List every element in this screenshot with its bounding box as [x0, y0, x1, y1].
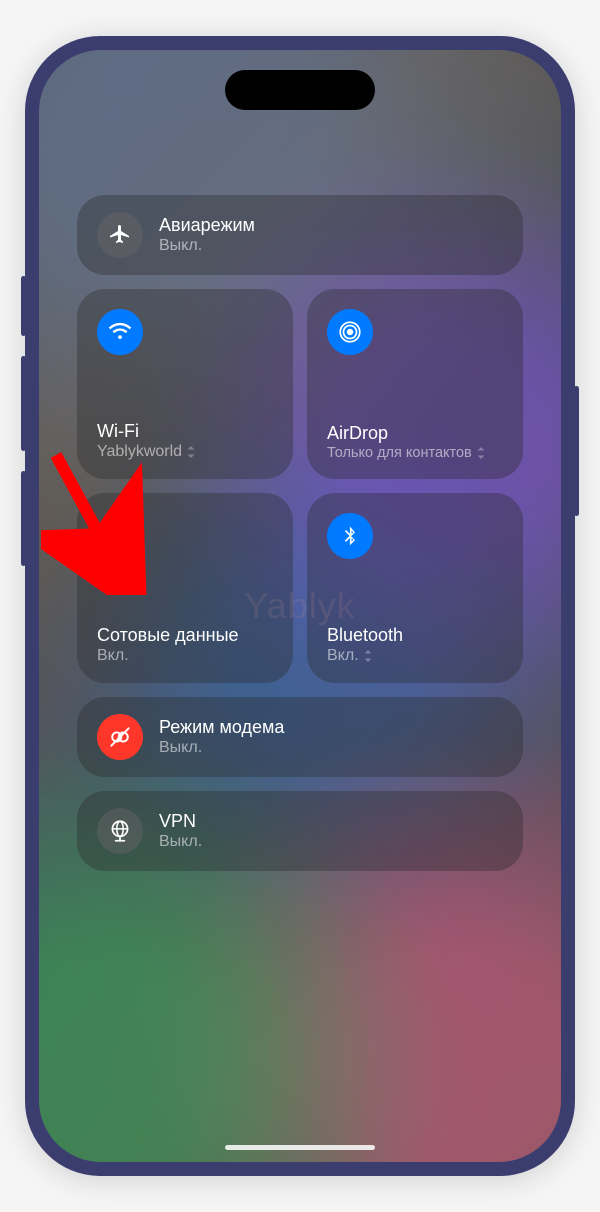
wifi-tile[interactable]: Wi-Fi Yablykworld — [77, 289, 293, 479]
dynamic-island — [225, 70, 375, 110]
cellular-status: Вкл. — [97, 647, 273, 665]
home-indicator[interactable] — [225, 1145, 375, 1150]
mute-switch — [21, 276, 26, 336]
airdrop-status: Только для контактов — [327, 445, 503, 461]
airplane-status: Выкл. — [159, 237, 255, 255]
hotspot-off-icon — [97, 714, 143, 760]
bluetooth-icon — [327, 513, 373, 559]
screen: Yablyk Авиарежим Выкл. — [39, 50, 561, 1162]
wifi-status: Yablykworld — [97, 443, 273, 461]
vpn-globe-icon — [97, 808, 143, 854]
wifi-icon — [97, 309, 143, 355]
airplane-mode-tile[interactable]: Авиарежим Выкл. — [77, 195, 523, 275]
airdrop-tile[interactable]: AirDrop Только для контактов — [307, 289, 523, 479]
airplane-title: Авиарежим — [159, 215, 255, 236]
airdrop-title: AirDrop — [327, 423, 503, 444]
airdrop-icon — [327, 309, 373, 355]
wifi-title: Wi-Fi — [97, 421, 273, 442]
control-center: Авиарежим Выкл. Wi-Fi Yablykworld — [39, 50, 561, 871]
phone-frame: Yablyk Авиарежим Выкл. — [25, 36, 575, 1176]
hotspot-status: Выкл. — [159, 739, 284, 757]
bluetooth-status: Вкл. — [327, 647, 503, 665]
vpn-title: VPN — [159, 811, 202, 832]
airplane-icon — [97, 212, 143, 258]
cellular-title: Сотовые данные — [97, 625, 273, 646]
hotspot-title: Режим модема — [159, 717, 284, 738]
cellular-data-tile[interactable]: Сотовые данные Вкл. — [77, 493, 293, 683]
power-button — [574, 386, 579, 516]
chevron-up-down-icon — [363, 650, 373, 662]
vpn-tile[interactable]: VPN Выкл. — [77, 791, 523, 871]
vpn-status: Выкл. — [159, 833, 202, 851]
bluetooth-title: Bluetooth — [327, 625, 503, 646]
personal-hotspot-tile[interactable]: Режим модема Выкл. — [77, 697, 523, 777]
chevron-up-down-icon — [186, 446, 196, 458]
bluetooth-tile[interactable]: Bluetooth Вкл. — [307, 493, 523, 683]
chevron-up-down-icon — [476, 447, 486, 459]
cellular-signal-icon — [97, 513, 143, 559]
volume-up-button — [21, 356, 26, 451]
volume-down-button — [21, 471, 26, 566]
